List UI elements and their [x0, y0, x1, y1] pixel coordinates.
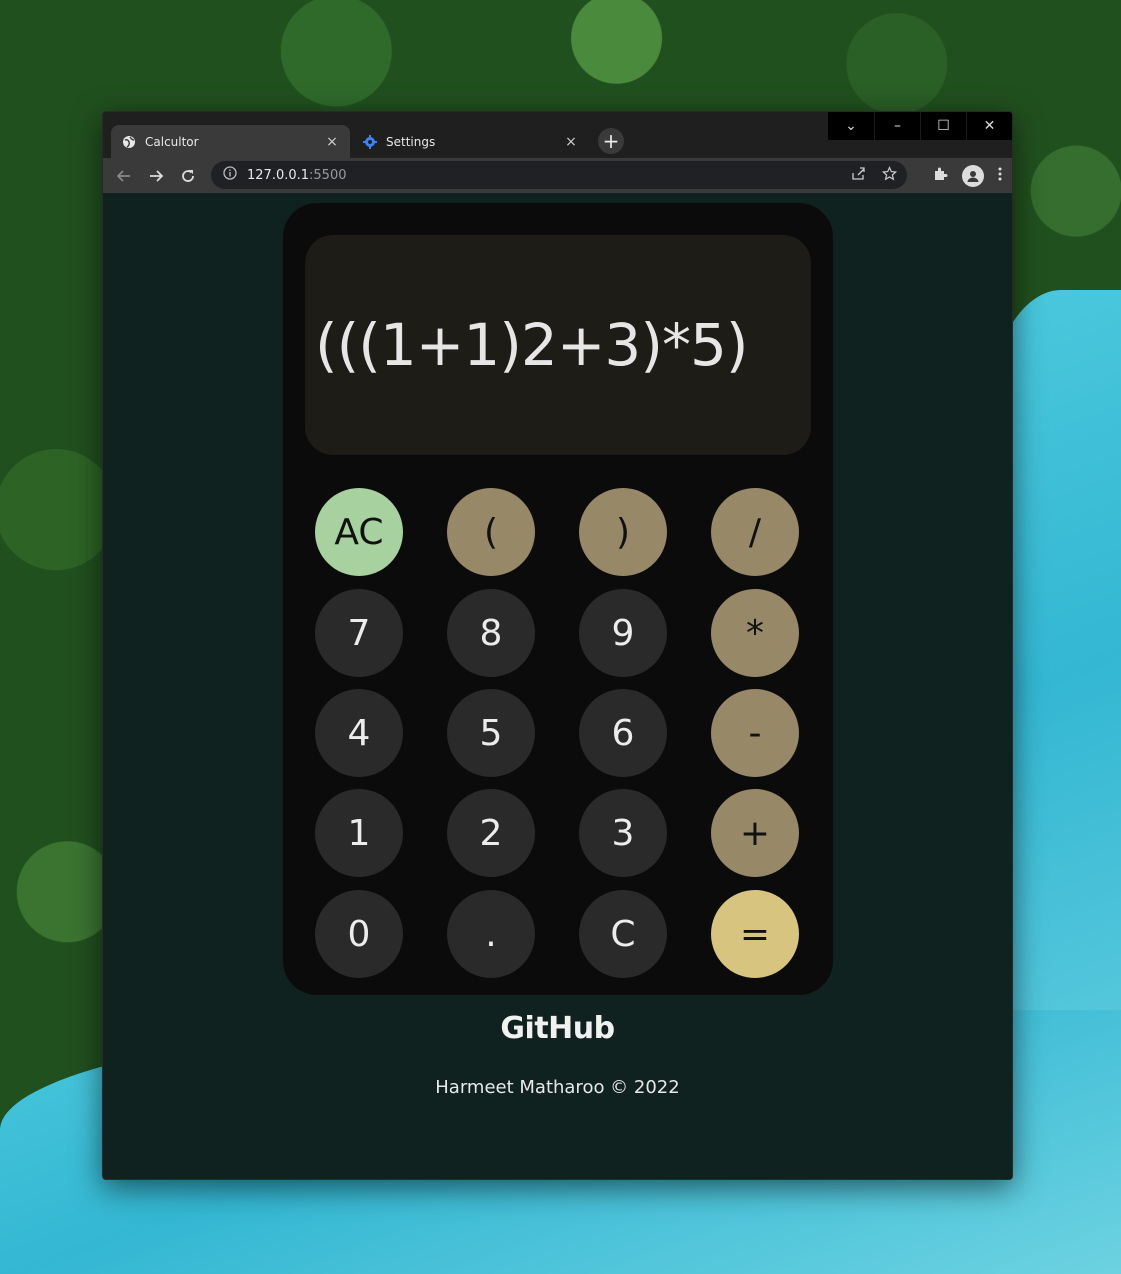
star-icon[interactable]	[881, 165, 898, 185]
back-button[interactable]	[108, 160, 140, 192]
tab-strip: Calcultor × Settings × + ⌄ – ☐ ✕	[103, 112, 1012, 158]
key-subtract-button[interactable]: -	[711, 689, 799, 777]
new-tab-button[interactable]: +	[598, 128, 624, 154]
menu-icon[interactable]	[998, 166, 1002, 185]
key-decimal-button[interactable]: .	[447, 890, 535, 978]
info-icon[interactable]	[223, 166, 237, 184]
browser-toolbar: 127.0.0.1:5500	[103, 158, 1012, 193]
tab-settings[interactable]: Settings ×	[352, 125, 589, 158]
key-digit-4-button[interactable]: 4	[315, 689, 403, 777]
key-digit-9-button[interactable]: 9	[579, 589, 667, 677]
key-digit-0-button[interactable]: 0	[315, 890, 403, 978]
github-link[interactable]: GitHub	[103, 1011, 1012, 1046]
footer-credit: Harmeet Matharoo © 2022	[435, 1077, 680, 1098]
key-add-button[interactable]: +	[711, 789, 799, 877]
minimize-button[interactable]: –	[874, 112, 920, 140]
arrow-right-icon	[150, 169, 164, 182]
key-close-paren-button[interactable]: )	[579, 488, 667, 576]
key-open-paren-button[interactable]: (	[447, 488, 535, 576]
tab-label: Settings	[386, 134, 436, 149]
key-digit-7-button[interactable]: 7	[315, 589, 403, 677]
puzzle-icon[interactable]	[932, 166, 948, 186]
key-digit-2-button[interactable]: 2	[447, 789, 535, 877]
close-window-button[interactable]: ✕	[966, 112, 1012, 140]
key-divide-button[interactable]: /	[711, 488, 799, 576]
calculator-display: (((1+1)2+3)*5)	[305, 235, 811, 455]
reload-button[interactable]	[172, 160, 204, 192]
window-controls: ⌄ – ☐ ✕	[828, 112, 1012, 140]
globe-icon	[121, 134, 137, 150]
page-content: (((1+1)2+3)*5) AC () / 7 8 9 * 4 5 6- 1 2 3 +0. C = Git…	[103, 193, 1012, 1179]
key-multiply-button[interactable]: *	[711, 589, 799, 677]
key-digit-1-button[interactable]: 1	[315, 789, 403, 877]
browser-window: Calcultor × Settings × + ⌄ – ☐ ✕ 127.0.0…	[102, 111, 1013, 1180]
omnibox-actions	[851, 165, 898, 185]
key-digit-3-button[interactable]: 3	[579, 789, 667, 877]
close-icon[interactable]: ×	[563, 134, 579, 150]
toolbar-right	[932, 158, 1002, 193]
display-expression: (((1+1)2+3)*5)	[315, 311, 748, 379]
key-all-clear-button[interactable]: AC	[315, 488, 403, 576]
key-digit-5-button[interactable]: 5	[447, 689, 535, 777]
url-port: :5500	[309, 167, 347, 183]
key-clear-button[interactable]: C	[579, 890, 667, 978]
close-icon[interactable]: ×	[324, 134, 340, 150]
maximize-button[interactable]: ☐	[920, 112, 966, 140]
profile-icon[interactable]	[962, 164, 984, 187]
tab-search-button[interactable]: ⌄	[828, 112, 874, 140]
share-icon[interactable]	[851, 166, 866, 185]
reload-icon	[182, 169, 194, 182]
tab-label: Calcultor	[145, 134, 199, 149]
key-equals-button[interactable]: =	[711, 890, 799, 978]
key-digit-8-button[interactable]: 8	[447, 589, 535, 677]
calculator: (((1+1)2+3)*5) AC () / 7 8 9 * 4 5 6- 1 2 3 +0. C =	[283, 203, 833, 995]
url-host: 127.0.0.1	[247, 167, 310, 183]
gear-icon	[362, 134, 378, 150]
forward-button[interactable]	[140, 160, 172, 192]
key-digit-6-button[interactable]: 6	[579, 689, 667, 777]
tab-calculator[interactable]: Calcultor ×	[111, 125, 350, 158]
address-bar[interactable]: 127.0.0.1:5500	[211, 161, 907, 189]
arrow-left-icon	[116, 169, 130, 182]
